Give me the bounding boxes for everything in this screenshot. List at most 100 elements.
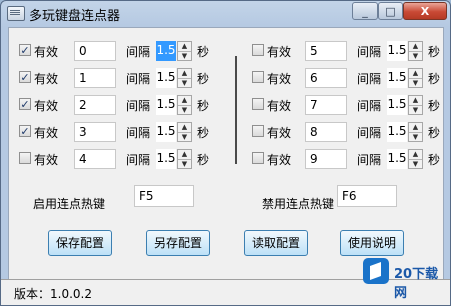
seconds-label: 秒 xyxy=(428,45,441,59)
minimize-button[interactable]: _ xyxy=(352,2,378,20)
interval-value[interactable]: 1.5 xyxy=(156,41,176,61)
key-field[interactable]: 7 xyxy=(305,95,347,115)
seconds-label: 秒 xyxy=(197,99,210,113)
title-bar[interactable]: 多玩键盘连点器 _ □ X xyxy=(1,1,450,25)
effective-label: 有效 xyxy=(34,72,59,86)
effective-label: 有效 xyxy=(267,72,292,86)
spin-up-icon[interactable]: ▲ xyxy=(409,96,422,106)
interval-value[interactable]: 1.5 xyxy=(387,68,407,88)
spin-up-icon[interactable]: ▲ xyxy=(178,96,191,106)
interval-spinner[interactable]: ▲ ▼ xyxy=(408,68,423,88)
help-button[interactable]: 使用说明 xyxy=(340,230,404,256)
enable-checkbox[interactable] xyxy=(252,125,264,137)
interval-label: 间隔 xyxy=(126,99,151,113)
interval-value[interactable]: 1.5 xyxy=(156,95,176,115)
load-config-button[interactable]: 读取配置 xyxy=(244,230,308,256)
spin-down-icon[interactable]: ▼ xyxy=(409,79,422,88)
effective-label: 有效 xyxy=(34,99,59,113)
key-row: 有效 9 间隔 1.5 ▲ ▼ 秒 xyxy=(252,149,450,171)
key-field[interactable]: 3 xyxy=(74,122,116,142)
enable-checkbox[interactable] xyxy=(252,71,264,83)
spin-down-icon[interactable]: ▼ xyxy=(178,106,191,115)
interval-label: 间隔 xyxy=(126,153,151,167)
spin-up-icon[interactable]: ▲ xyxy=(178,123,191,133)
enable-checkbox[interactable] xyxy=(252,44,264,56)
enable-checkbox[interactable] xyxy=(252,98,264,110)
effective-label: 有效 xyxy=(34,126,59,140)
seconds-label: 秒 xyxy=(428,153,441,167)
interval-value[interactable]: 1.5 xyxy=(387,95,407,115)
seconds-label: 秒 xyxy=(428,99,441,113)
spin-down-icon[interactable]: ▼ xyxy=(178,79,191,88)
interval-spinner[interactable]: ▲ ▼ xyxy=(408,41,423,61)
spin-down-icon[interactable]: ▼ xyxy=(178,133,191,142)
spin-down-icon[interactable]: ▼ xyxy=(409,106,422,115)
interval-spinner[interactable]: ▲ ▼ xyxy=(177,41,192,61)
enable-checkbox[interactable]: ✓ xyxy=(19,44,31,56)
enable-checkbox[interactable] xyxy=(19,152,31,164)
interval-value[interactable]: 1.5 xyxy=(156,149,176,169)
effective-label: 有效 xyxy=(267,153,292,167)
spin-up-icon[interactable]: ▲ xyxy=(409,150,422,160)
enable-checkbox[interactable]: ✓ xyxy=(19,98,31,110)
interval-label: 间隔 xyxy=(357,72,382,86)
spin-down-icon[interactable]: ▼ xyxy=(178,160,191,169)
spin-down-icon[interactable]: ▼ xyxy=(409,133,422,142)
window-title: 多玩键盘连点器 xyxy=(29,9,121,24)
close-button[interactable]: X xyxy=(403,2,447,20)
interval-spinner[interactable]: ▲ ▼ xyxy=(177,68,192,88)
interval-spinner[interactable]: ▲ ▼ xyxy=(408,95,423,115)
interval-spinner[interactable]: ▲ ▼ xyxy=(408,149,423,169)
spin-up-icon[interactable]: ▲ xyxy=(409,42,422,52)
spin-down-icon[interactable]: ▼ xyxy=(409,52,422,61)
column-divider xyxy=(235,56,237,164)
key-field[interactable]: 1 xyxy=(74,68,116,88)
key-field[interactable]: 6 xyxy=(305,68,347,88)
key-field[interactable]: 8 xyxy=(305,122,347,142)
interval-value[interactable]: 1.5 xyxy=(387,122,407,142)
disable-hotkey-field[interactable]: F6 xyxy=(337,185,397,207)
spin-up-icon[interactable]: ▲ xyxy=(178,69,191,79)
enable-checkbox[interactable]: ✓ xyxy=(19,125,31,137)
interval-value[interactable]: 1.5 xyxy=(156,122,176,142)
interval-spinner[interactable]: ▲ ▼ xyxy=(177,122,192,142)
key-row: ✓ 有效 1 间隔 1.5 ▲ ▼ 秒 xyxy=(19,68,229,90)
spin-up-icon[interactable]: ▲ xyxy=(409,69,422,79)
spin-down-icon[interactable]: ▼ xyxy=(178,52,191,61)
key-field[interactable]: 2 xyxy=(74,95,116,115)
enable-hotkey-field[interactable]: F5 xyxy=(134,185,194,207)
spin-up-icon[interactable]: ▲ xyxy=(409,123,422,133)
effective-label: 有效 xyxy=(34,45,59,59)
disable-hotkey-label: 禁用连点热键 xyxy=(262,197,335,211)
key-field[interactable]: 5 xyxy=(305,41,347,61)
spin-up-icon[interactable]: ▲ xyxy=(178,42,191,52)
interval-value[interactable]: 1.5 xyxy=(387,41,407,61)
spin-down-icon[interactable]: ▼ xyxy=(409,160,422,169)
enable-checkbox[interactable]: ✓ xyxy=(19,71,31,83)
maximize-button[interactable]: □ xyxy=(378,2,403,20)
keyboard-icon xyxy=(7,6,25,21)
interval-label: 间隔 xyxy=(126,126,151,140)
key-row: 有效 4 间隔 1.5 ▲ ▼ 秒 xyxy=(19,149,229,171)
interval-spinner[interactable]: ▲ ▼ xyxy=(177,149,192,169)
key-field[interactable]: 4 xyxy=(74,149,116,169)
enable-hotkey-label: 启用连点热键 xyxy=(33,197,106,211)
interval-spinner[interactable]: ▲ ▼ xyxy=(177,95,192,115)
interval-value[interactable]: 1.5 xyxy=(387,149,407,169)
key-row: 有效 8 间隔 1.5 ▲ ▼ 秒 xyxy=(252,122,450,144)
key-field[interactable]: 0 xyxy=(74,41,116,61)
key-row: 有效 5 间隔 1.5 ▲ ▼ 秒 xyxy=(252,41,450,63)
key-field[interactable]: 9 xyxy=(305,149,347,169)
interval-value[interactable]: 1.5 xyxy=(156,68,176,88)
interval-label: 间隔 xyxy=(357,126,382,140)
spin-up-icon[interactable]: ▲ xyxy=(178,150,191,160)
interval-label: 间隔 xyxy=(357,45,382,59)
save-config-button[interactable]: 保存配置 xyxy=(48,230,112,256)
enable-checkbox[interactable] xyxy=(252,152,264,164)
watermark-text: 20下载网 xyxy=(394,267,439,301)
watermark-logo-icon xyxy=(363,258,389,284)
seconds-label: 秒 xyxy=(197,45,210,59)
seconds-label: 秒 xyxy=(428,72,441,86)
interval-spinner[interactable]: ▲ ▼ xyxy=(408,122,423,142)
save-as-config-button[interactable]: 另存配置 xyxy=(146,230,210,256)
